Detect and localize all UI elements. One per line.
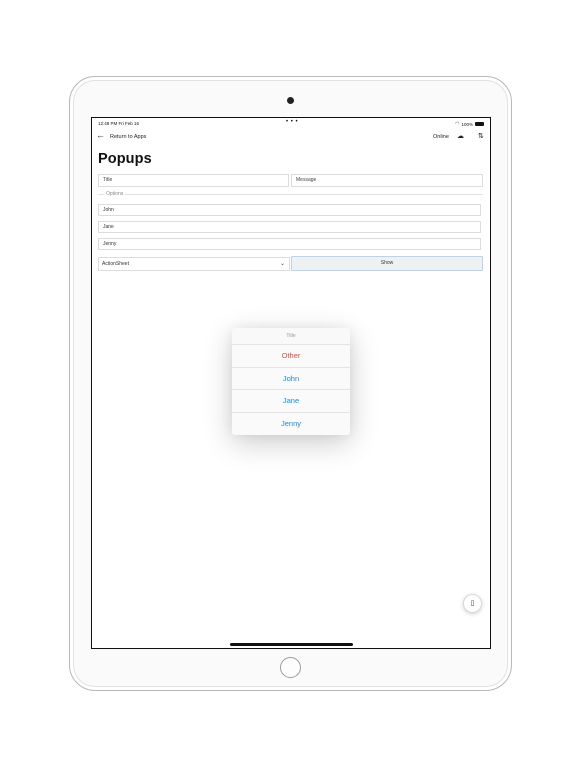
camera-icon — [287, 97, 294, 104]
cloud-icon[interactable]: ☁ — [457, 132, 464, 140]
options-legend: Options — [104, 191, 126, 197]
filter-icon[interactable]: ⇅ — [478, 132, 484, 140]
multitask-dots[interactable]: • • • — [286, 119, 298, 125]
show-button[interactable]: Show — [291, 256, 483, 271]
option-input-jane[interactable]: Jane — [98, 221, 481, 233]
chevron-down-icon: ⌄ — [279, 261, 285, 267]
action-sheet-button-john[interactable]: John — [232, 367, 350, 390]
screen: 12:48 PM Fri Feb 16 • • • ◠ 100% ← Retur… — [91, 117, 491, 649]
action-sheet-button-jenny[interactable]: Jenny — [232, 412, 350, 435]
title-input[interactable]: Title — [98, 174, 289, 187]
home-indicator[interactable] — [230, 643, 353, 646]
battery-icon — [475, 122, 484, 126]
online-status: Online — [433, 134, 449, 140]
message-input[interactable]: Message — [291, 174, 483, 187]
battery-percent: 100% — [461, 121, 473, 127]
action-sheet: Title Other John Jane Jenny — [232, 328, 350, 435]
back-arrow-icon[interactable]: ← — [96, 131, 105, 140]
page-title: Popups — [98, 151, 152, 167]
popup-type-select[interactable]: ActionSheet ⌄ — [98, 257, 290, 271]
wifi-icon: ◠ — [455, 121, 460, 127]
option-input-john[interactable]: John — [98, 204, 481, 216]
nav-bar: ← Return to Apps Online ☁ ⇅ — [92, 130, 490, 144]
status-bar: 12:48 PM Fri Feb 16 • • • ◠ 100% — [92, 118, 490, 128]
options-group: Options John Jane Jenny — [98, 191, 483, 252]
status-indicators: ◠ 100% — [455, 121, 484, 127]
home-button[interactable] — [280, 657, 301, 678]
option-input-jenny[interactable]: Jenny — [98, 238, 481, 250]
action-sheet-title: Title — [232, 328, 350, 345]
action-sheet-button-other[interactable]: Other — [232, 345, 350, 368]
stage: 12:48 PM Fri Feb 16 • • • ◠ 100% ← Retur… — [0, 0, 576, 768]
rotate-device-button[interactable]: ▯ — [463, 594, 482, 613]
popup-type-value: ActionSheet — [102, 261, 129, 267]
action-sheet-button-jane[interactable]: Jane — [232, 390, 350, 413]
rotate-device-icon: ▯ — [470, 600, 475, 607]
return-to-apps-link[interactable]: Return to Apps — [110, 134, 146, 140]
status-time: 12:48 PM Fri Feb 16 — [98, 121, 140, 126]
